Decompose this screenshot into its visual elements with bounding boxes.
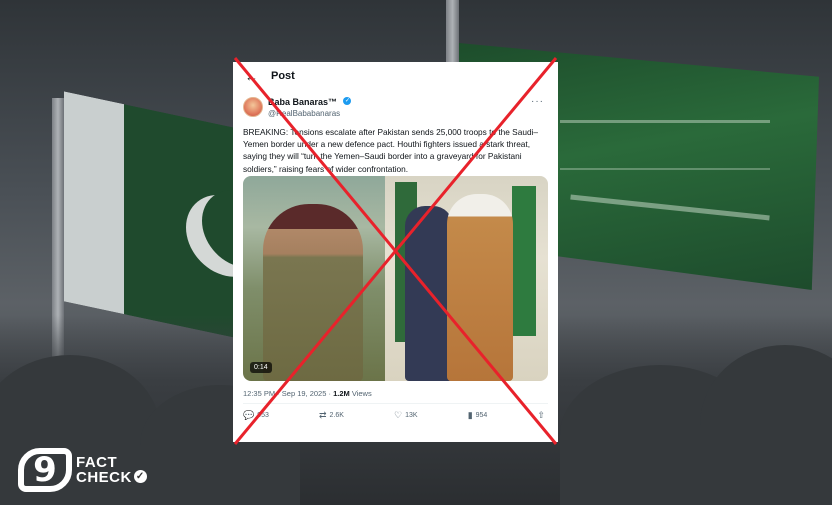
tweet-card: ← Post Baba Banaras™ ✓ @RealBababanaras … bbox=[233, 62, 558, 442]
figure-right bbox=[447, 194, 513, 381]
reply-button[interactable]: 💬 953 bbox=[243, 410, 269, 421]
bookmark-count: 954 bbox=[475, 412, 488, 419]
reply-icon: 💬 bbox=[243, 410, 255, 420]
like-button[interactable]: ♡ 13K bbox=[394, 410, 418, 421]
bookmark-icon: ▮ bbox=[467, 410, 473, 420]
like-count: 13K bbox=[405, 412, 418, 419]
tweet-timestamp[interactable]: 12:35 PM · Sep 19, 2025 · bbox=[243, 389, 333, 398]
action-bar: 💬 953 ⇄ 2.6K ♡ 13K ▮ 954 ⇧ bbox=[243, 403, 548, 421]
share-icon: ⇧ bbox=[537, 410, 545, 420]
heart-icon: ♡ bbox=[394, 410, 403, 420]
logo-line2: CHECK bbox=[76, 469, 132, 486]
video-duration: 0:14 bbox=[250, 362, 272, 373]
tweet-author: Baba Banaras™ ✓ @RealBababanaras ··· bbox=[233, 90, 558, 120]
bookmark-button[interactable]: ▮ 954 bbox=[468, 410, 488, 421]
author-display-name[interactable]: Baba Banaras™ bbox=[268, 97, 337, 107]
views-label: Views bbox=[349, 389, 372, 398]
reply-count: 953 bbox=[257, 412, 269, 419]
repost-count: 2.6K bbox=[329, 412, 344, 419]
photo-thumbnail[interactable] bbox=[385, 176, 548, 381]
author-handle[interactable]: @RealBababanaras bbox=[268, 108, 351, 119]
saudi-flag-image bbox=[512, 186, 536, 336]
saudi-flag-script bbox=[560, 120, 770, 170]
share-button[interactable]: ⇧ bbox=[537, 410, 548, 421]
post-header: ← Post bbox=[233, 62, 558, 90]
speaker-figure bbox=[263, 204, 363, 381]
tweet-text: BREAKING: Tensions escalate after Pakist… bbox=[243, 127, 539, 174]
repost-icon: ⇄ bbox=[319, 410, 327, 420]
check-icon: ✓ bbox=[133, 470, 147, 483]
views-count: 1.2M bbox=[333, 389, 350, 398]
more-options-icon[interactable]: ··· bbox=[531, 96, 544, 107]
tweet-meta: 12:35 PM · Sep 19, 2025 · 1.2M Views bbox=[233, 381, 558, 403]
back-arrow-icon[interactable]: ← bbox=[245, 69, 261, 84]
tweet-media[interactable]: 0:14 bbox=[243, 176, 548, 381]
logo-line1: FACT bbox=[76, 454, 118, 471]
page-title: Post bbox=[271, 70, 295, 82]
video-thumbnail[interactable]: 0:14 bbox=[243, 176, 385, 381]
figure-left bbox=[405, 206, 453, 381]
logo-nine: 9 bbox=[33, 450, 57, 490]
avatar[interactable] bbox=[243, 97, 263, 117]
repost-button[interactable]: ⇄ 2.6K bbox=[319, 410, 344, 421]
logo-text: FACT CHECK ✓ bbox=[76, 455, 147, 485]
logo-mark: 9 bbox=[18, 448, 72, 492]
verified-badge-icon: ✓ bbox=[343, 96, 352, 105]
factcheck-logo: 9 FACT CHECK ✓ bbox=[18, 448, 147, 492]
